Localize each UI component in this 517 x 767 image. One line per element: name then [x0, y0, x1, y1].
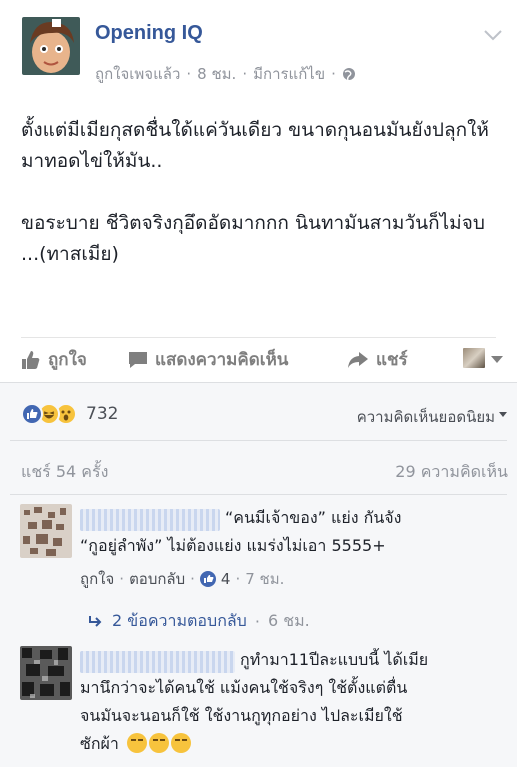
chevron-down-icon[interactable] — [483, 26, 503, 41]
divider — [10, 440, 507, 441]
share-count-link[interactable]: แชร์ 54 ครั้ง — [21, 460, 108, 485]
comment-text: ซักผ้า — [80, 734, 119, 753]
post-body: ตั้งแต่มีเมียกุสดชื่นใด้แค่วันเดียว ขนาด… — [21, 115, 501, 301]
divider — [10, 494, 507, 495]
caret-down-icon[interactable] — [491, 356, 503, 363]
comment-timestamp[interactable]: 7 ชม. — [245, 567, 284, 591]
thumbs-up-icon — [22, 350, 40, 369]
commenter-name-pixelated[interactable] — [80, 651, 235, 673]
comment-icon — [129, 351, 147, 368]
post-timestamp[interactable]: 8 ชม. — [197, 62, 236, 86]
acting-as-avatar[interactable] — [463, 348, 485, 368]
like-reaction-icon — [199, 571, 216, 587]
comments-section: 732 ความคิดเห็นยอดนิยม แชร์ 54 ครั้ง 29 … — [0, 382, 517, 767]
comment-text: กูทำมา11ปีละแบบนี้ ได้เมีย — [240, 650, 429, 669]
comment-text: “คนมีเจ้าของ” แย่ง กันจัง — [225, 508, 402, 527]
share-button[interactable]: แชร์ — [347, 346, 408, 373]
meta-separator: · — [186, 65, 192, 83]
page-liked-status: ถูกใจเพจแล้ว — [95, 65, 181, 83]
like-reaction-icon — [21, 403, 43, 425]
caret-down-icon — [499, 411, 507, 417]
commenter-avatar[interactable] — [20, 504, 72, 558]
reply-arrow-icon — [89, 615, 102, 627]
edited-label[interactable]: มีการแก้ไข — [253, 62, 325, 86]
page-avatar[interactable] — [22, 17, 80, 75]
comment-button[interactable]: แสดงความคิดเห็น — [128, 346, 288, 373]
share-arrow-icon — [348, 351, 368, 368]
post-paragraph: ตั้งแต่มีเมียกุสดชื่นใด้แค่วันเดียว ขนาด… — [21, 119, 489, 172]
replies-count: 2 ข้อความตอบกลับ — [112, 611, 247, 630]
meta-separator: · — [242, 65, 248, 83]
comment-text-last-line: ซักผ้า — [80, 730, 500, 758]
persevering-face-emoji — [126, 730, 193, 758]
comment-text: “กูอยู่ลำพัง” ไม่ต้องแย่ง แมร่งไม่เอา 55… — [80, 536, 386, 555]
comment-meta: ถูกใจ · ตอบกลับ · 4 · 7 ชม. — [80, 567, 284, 591]
comment-like-count[interactable]: 4 — [221, 570, 231, 588]
like-label: ถูกใจ — [48, 350, 87, 370]
reaction-count: 732 — [86, 404, 119, 424]
comment-count-link[interactable]: 29 ความคิดเห็น — [395, 460, 508, 485]
commenter-name-pixelated[interactable] — [80, 509, 220, 531]
like-button[interactable]: ถูกใจ — [21, 346, 87, 373]
post-card: Opening IQ ถูกใจเพจแล้ว · 8 ชม. · มีการแ… — [0, 0, 517, 382]
view-replies-link[interactable]: 2 ข้อความตอบกลับ · 6 ชม. — [88, 609, 310, 634]
commenter-avatar[interactable] — [20, 646, 72, 700]
post-paragraph: ขอระบาย ชีวิตจริงกุอึดอัดมากกก นินทามันส… — [21, 212, 485, 265]
comment-sort-label: ความคิดเห็นยอดนิยม — [356, 408, 495, 426]
comment-text: จนมันจะนอนก็ใช้ ใช้งานกูทุกอย่าง ไปละเมี… — [80, 706, 403, 725]
comment-like-link[interactable]: ถูกใจ — [80, 567, 114, 591]
comment-label: แสดงความคิดเห็น — [155, 350, 289, 370]
post-meta: ถูกใจเพจแล้ว · 8 ชม. · มีการแก้ไข · — [95, 62, 356, 86]
reactions-summary[interactable]: 732 — [21, 403, 118, 425]
globe-icon[interactable] — [342, 67, 356, 81]
comment-reply-link[interactable]: ตอบกลับ — [129, 567, 185, 591]
comment-text: มานึกว่าจะได้คนใช้ แม้งคนใช้จริงๆ ใช้ตั้… — [80, 678, 408, 697]
meta-separator: · — [331, 65, 336, 83]
share-label: แชร์ — [376, 350, 408, 370]
replies-timestamp: 6 ชม. — [267, 611, 310, 630]
page-name-link[interactable]: Opening IQ — [95, 22, 203, 45]
comment-sort-dropdown[interactable]: ความคิดเห็นยอดนิยม — [357, 405, 507, 429]
post-action-bar: ถูกใจ แสดงความคิดเห็น แชร์ — [0, 338, 517, 384]
